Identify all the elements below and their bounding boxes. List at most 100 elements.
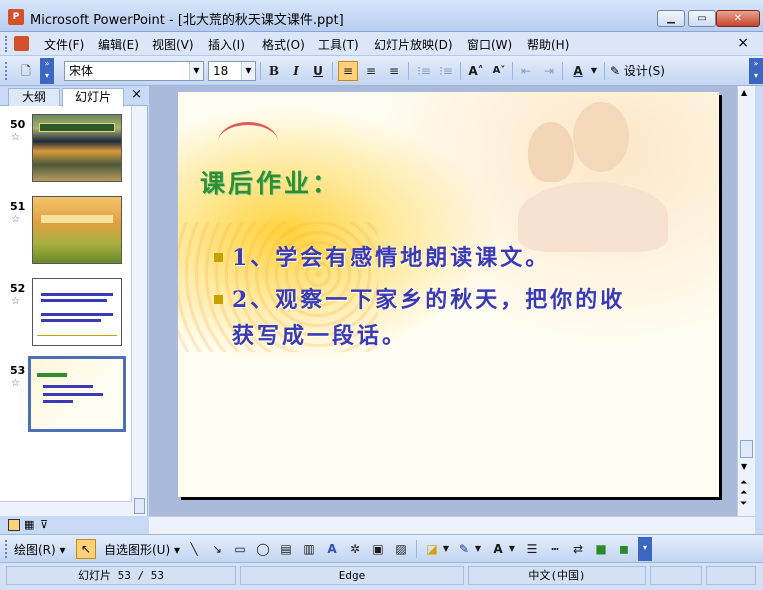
3d-style-icon[interactable]: ◼ xyxy=(614,539,634,559)
thumbnail-text-line xyxy=(43,393,103,396)
tab-slides[interactable]: 幻灯片 xyxy=(62,88,124,107)
thumbnail-title-bar xyxy=(41,215,113,223)
decrease-font-icon[interactable]: A˅ xyxy=(489,61,509,81)
close-window-button[interactable]: ✕ xyxy=(716,10,760,27)
slide-title[interactable]: 课后作业： xyxy=(200,164,340,200)
align-left-icon[interactable]: ≡ xyxy=(338,61,358,81)
font-size-value: 18 xyxy=(213,64,229,78)
menu-grip[interactable] xyxy=(5,36,8,52)
font-color-icon[interactable]: A xyxy=(488,539,508,559)
next-slide-icon[interactable]: ⏷ xyxy=(740,499,747,509)
scroll-down-icon[interactable]: ▼ xyxy=(741,462,747,471)
thumbnail-divider xyxy=(37,335,117,336)
normal-view-icon[interactable] xyxy=(8,519,20,531)
select-pointer-icon[interactable]: ↖ xyxy=(76,539,96,559)
align-right-icon[interactable]: ≡ xyxy=(384,61,404,81)
thumbnail-text-line xyxy=(41,293,113,296)
align-center-icon[interactable]: ≡ xyxy=(361,61,381,81)
wordart-icon[interactable]: A xyxy=(322,539,342,559)
new-document-icon[interactable]: 🗋 xyxy=(16,61,36,81)
maximize-button[interactable]: ▭ xyxy=(688,10,716,27)
close-document-button[interactable]: × xyxy=(737,35,749,51)
slide-counter: 幻灯片 53 / 53 xyxy=(6,566,236,585)
underline-button[interactable]: U xyxy=(308,61,328,81)
diagram-icon[interactable]: ✲ xyxy=(345,539,365,559)
minimize-button[interactable]: ▁ xyxy=(657,10,685,27)
line-style-icon[interactable]: ☰ xyxy=(522,539,542,559)
close-pane-button[interactable]: × xyxy=(131,87,142,102)
menu-tools[interactable]: 工具(T) xyxy=(318,36,359,53)
bullet-text-continued[interactable]: 获写成一段话。 xyxy=(232,318,407,350)
autoshapes-menu-button[interactable]: 自选图形(U) ▾ xyxy=(104,541,180,558)
shadow-style-icon[interactable]: ■ xyxy=(591,539,611,559)
rectangle-icon[interactable]: ▭ xyxy=(230,539,250,559)
previous-slide-icon[interactable]: ⏶ ⏶ xyxy=(740,478,747,498)
menu-window[interactable]: 窗口(W) xyxy=(467,36,512,53)
font-size-select[interactable]: 18 ▼ xyxy=(208,61,256,81)
pane-horizontal-scrollbar[interactable] xyxy=(0,501,132,516)
numbering-icon[interactable]: ⁝≡ xyxy=(414,61,434,81)
increase-font-icon[interactable]: A˄ xyxy=(466,61,486,81)
bullet-text[interactable]: 1、学会有感情地朗读课文。 xyxy=(232,240,550,272)
menu-format[interactable]: 格式(O) xyxy=(262,36,305,53)
menu-insert[interactable]: 插入(I) xyxy=(208,36,245,53)
scroll-thumb[interactable] xyxy=(134,498,145,514)
arrow-style-icon[interactable]: ⇄ xyxy=(568,539,588,559)
menu-file[interactable]: 文件(F) xyxy=(44,36,84,53)
chevron-down-icon[interactable]: ▼ xyxy=(473,539,483,559)
thumbnail-text-line xyxy=(43,385,93,388)
slide-thumbnail[interactable] xyxy=(32,196,122,264)
menu-slideshow[interactable]: 幻灯片放映(D) xyxy=(374,36,453,53)
menu-view[interactable]: 视图(V) xyxy=(152,36,194,53)
toolbar-options-icon[interactable]: » ▾ xyxy=(749,58,763,84)
italic-button[interactable]: I xyxy=(286,61,306,81)
design-button[interactable]: ✎ 设计(S) xyxy=(610,61,665,81)
slide-sorter-icon[interactable]: ▦ xyxy=(24,518,34,531)
line-color-icon[interactable]: ✎ xyxy=(454,539,474,559)
increase-indent-icon[interactable]: ⇥ xyxy=(539,61,559,81)
chevron-down-icon[interactable]: ▼ xyxy=(507,539,517,559)
font-name-select[interactable]: 宋体 ▼ xyxy=(64,61,204,81)
bullet-text[interactable]: 2、观察一下家乡的秋天，把你的收 xyxy=(232,282,625,314)
decrease-indent-icon[interactable]: ⇤ xyxy=(516,61,536,81)
picture-icon[interactable]: ▨ xyxy=(391,539,411,559)
slide-horizontal-scrollbar[interactable] xyxy=(149,516,755,534)
powerpoint-icon[interactable]: P xyxy=(8,9,24,25)
vertical-textbox-icon[interactable]: ▥ xyxy=(299,539,319,559)
toolbar-grip[interactable] xyxy=(5,62,8,80)
slide-thumbnail-selected[interactable] xyxy=(28,356,126,432)
clipart-icon[interactable]: ▣ xyxy=(368,539,388,559)
star-icon: ☆ xyxy=(11,296,20,307)
slide-canvas[interactable]: 课后作业： 1、学会有感情地朗读课文。 2、观察一下家乡的秋天，把你的收 获写成… xyxy=(178,92,719,497)
fill-color-icon[interactable]: ◪ xyxy=(422,539,442,559)
arrow-icon[interactable]: ↘ xyxy=(207,539,227,559)
pane-vertical-scrollbar[interactable] xyxy=(131,106,147,516)
chevron-down-icon[interactable]: ▼ xyxy=(189,62,203,80)
bullets-icon[interactable]: ⁝≡ xyxy=(436,61,456,81)
bold-button[interactable]: B xyxy=(264,61,284,81)
menu-edit[interactable]: 编辑(E) xyxy=(98,36,139,53)
tab-outline[interactable]: 大纲 xyxy=(8,88,60,106)
menu-bar: 文件(F) 编辑(E) 视图(V) 插入(I) 格式(O) 工具(T) 幻灯片放… xyxy=(0,32,763,56)
slide-thumbnail[interactable] xyxy=(32,114,122,182)
scroll-thumb[interactable] xyxy=(740,440,753,458)
slide-vertical-scrollbar[interactable]: ▲ ▼ ⏶ ⏶ ⏷ xyxy=(737,86,755,516)
chevron-down-icon[interactable]: ▼ xyxy=(241,62,255,80)
menu-help[interactable]: 帮助(H) xyxy=(527,36,569,53)
toolbar-grip[interactable] xyxy=(5,540,8,558)
textbox-icon[interactable]: ▤ xyxy=(276,539,296,559)
chevron-down-icon[interactable]: ▼ xyxy=(441,539,451,559)
slideshow-icon[interactable]: ⊽ xyxy=(40,518,48,531)
toolbar-options-icon[interactable]: » ▾ xyxy=(40,58,54,84)
slide-thumbnail[interactable] xyxy=(32,278,122,346)
document-icon[interactable] xyxy=(14,36,29,51)
chevron-down-icon[interactable]: ▼ xyxy=(588,61,600,81)
toolbar-options-icon[interactable]: ▾ xyxy=(638,537,652,561)
line-icon[interactable]: ╲ xyxy=(184,539,204,559)
dash-style-icon[interactable]: ┅ xyxy=(545,539,565,559)
draw-menu-button[interactable]: 绘图(R) ▾ xyxy=(14,541,66,558)
oval-icon[interactable]: ◯ xyxy=(253,539,273,559)
scroll-up-icon[interactable]: ▲ xyxy=(741,88,747,97)
font-color-icon[interactable]: A xyxy=(568,61,588,81)
draw-menu-label: 绘图(R) xyxy=(14,543,56,557)
